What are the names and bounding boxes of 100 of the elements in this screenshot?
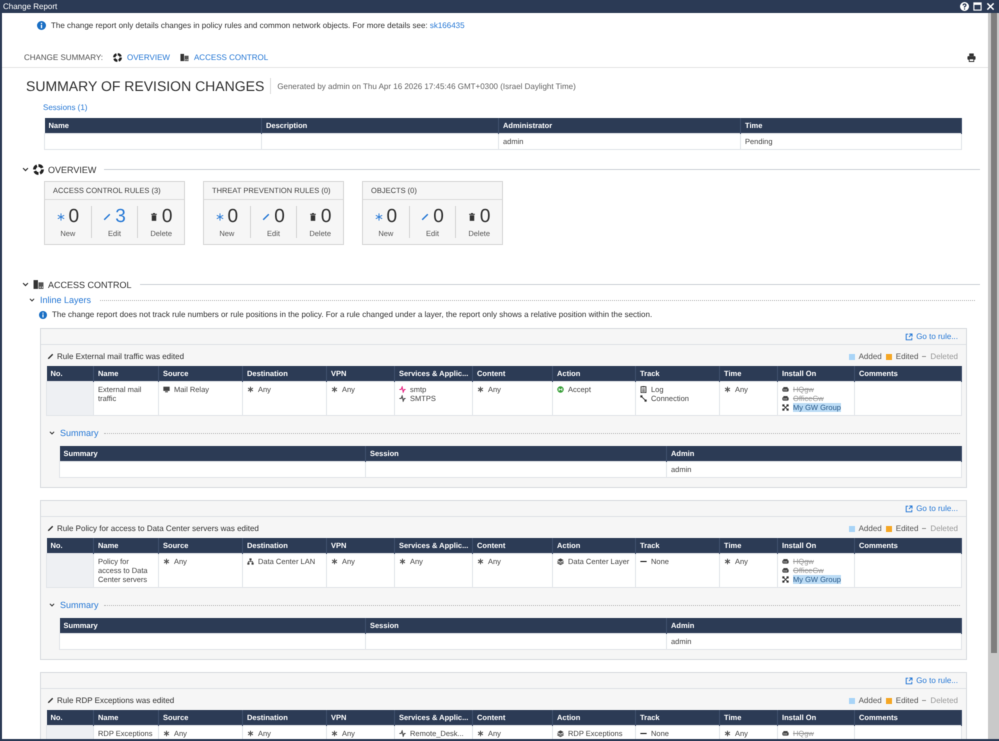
scrollbar[interactable]	[988, 13, 999, 739]
asterisk-icon	[216, 213, 224, 221]
scrollbar-thumb[interactable]	[991, 13, 997, 653]
pencil-icon	[103, 213, 112, 221]
count-value: 0	[320, 206, 332, 228]
external-link-icon	[905, 504, 914, 512]
building-icon	[180, 53, 189, 62]
asterisk-icon	[724, 386, 731, 392]
pencil-icon	[421, 213, 430, 221]
legend-label: Edited	[896, 352, 918, 361]
monitor-icon	[163, 386, 170, 392]
trash-icon	[308, 213, 317, 221]
asterisk-icon	[163, 730, 170, 736]
group-icon	[782, 404, 789, 410]
go-to-rule-link[interactable]: Go to rule...	[905, 676, 958, 685]
asterisk-icon	[399, 558, 406, 564]
sessions-link[interactable]: Sessions (1)	[43, 103, 88, 112]
report-title: SUMMARY OF REVISION CHANGES	[26, 78, 272, 94]
building-icon	[33, 279, 44, 290]
legend-label: Added	[858, 524, 882, 533]
pencil-icon	[47, 353, 54, 360]
chevron-down-icon[interactable]	[22, 281, 29, 288]
trash-icon	[150, 213, 158, 221]
network-icon	[247, 558, 254, 564]
count-value: 0	[162, 206, 172, 228]
info-icon	[37, 21, 46, 30]
ring-icon	[112, 53, 122, 62]
gateway-icon	[782, 394, 789, 402]
gateway-icon	[782, 566, 789, 574]
legend-label: Added	[858, 352, 882, 361]
external-link-icon	[905, 332, 914, 340]
asterisk-icon	[247, 730, 254, 736]
dash-icon	[922, 700, 926, 701]
gateway-icon	[782, 558, 789, 564]
count-value: 0	[228, 206, 238, 228]
maximize-icon[interactable]	[973, 2, 982, 11]
pencil-icon	[262, 213, 270, 221]
summary-title: Summary	[60, 600, 99, 610]
count-value: 3	[115, 206, 126, 228]
note-text: The change report does not track rule numbers or rule positions in the policy. For a rule changed under a layer, the report only shows a relative position within the section.	[52, 310, 652, 319]
legend-label: Deleted	[930, 524, 958, 533]
asterisk-icon	[477, 730, 484, 736]
summary-title: Summary	[60, 428, 99, 438]
chevron-down-icon[interactable]	[49, 602, 55, 608]
count-value: 0	[386, 206, 398, 228]
inline-layers-title: Inline Layers	[40, 295, 92, 305]
count-value: 0	[68, 206, 80, 228]
layers-icon	[557, 730, 564, 736]
rule-heading: Rule RDP Exceptions was edited	[57, 696, 174, 705]
connection-icon	[640, 394, 647, 402]
legend-label: Edited	[896, 696, 918, 705]
dash-icon	[922, 528, 926, 529]
section-title: ACCESS CONTROL	[48, 280, 132, 290]
group-icon	[782, 576, 789, 582]
layers-icon	[557, 558, 564, 564]
chevron-down-icon[interactable]	[22, 166, 29, 173]
pencil-icon	[47, 697, 54, 704]
clipboard-icon	[640, 386, 647, 392]
count-value: 0	[480, 206, 490, 228]
section-link[interactable]: ACCESS CONTROL	[180, 53, 268, 62]
legend-label: Deleted	[930, 352, 958, 361]
help-icon[interactable]	[960, 2, 969, 11]
window-title: Change Report	[3, 2, 58, 11]
legend-label: Added	[858, 696, 882, 705]
reference-link[interactable]: sk166435	[430, 21, 465, 30]
notice-text: The change report only details changes in policy rules and common network objects. For more details see: sk166435	[51, 21, 465, 30]
gateway-icon	[782, 730, 789, 736]
external-link-icon	[905, 676, 914, 684]
rule-heading: Rule External mail traffic was edited	[57, 352, 184, 361]
count-value: 0	[433, 206, 444, 228]
pencil-icon	[47, 525, 54, 532]
rule-heading: Rule Policy for access to Data Center servers was edited	[57, 524, 259, 533]
asterisk-icon	[56, 213, 65, 221]
legend-label: Deleted	[930, 696, 958, 705]
section-link[interactable]: OVERVIEW	[112, 53, 170, 62]
change-summary-label: CHANGE SUMMARY:	[24, 53, 103, 62]
asterisk-icon	[374, 213, 383, 221]
asterisk-icon	[331, 386, 338, 392]
generated-text: Generated by admin on Thu Apr 16 2026 17:45:46 GMT+0300 (Israel Daylight Time)	[276, 82, 576, 90]
chevron-down-icon[interactable]	[29, 297, 35, 303]
go-to-rule-link[interactable]: Go to rule...	[905, 504, 958, 513]
asterisk-icon	[331, 558, 338, 564]
count-value: 0	[274, 206, 285, 228]
close-icon[interactable]	[986, 2, 995, 11]
ring-icon	[33, 164, 44, 175]
dash-icon	[922, 356, 926, 357]
trash-icon	[468, 213, 476, 221]
accept-icon	[557, 386, 564, 392]
legend-label: Edited	[896, 524, 918, 533]
chevron-down-icon[interactable]	[49, 430, 55, 436]
go-to-rule-link[interactable]: Go to rule...	[905, 332, 958, 341]
info-icon	[39, 310, 47, 318]
asterisk-icon	[724, 730, 731, 736]
asterisk-icon	[163, 558, 170, 564]
asterisk-icon	[724, 558, 731, 564]
asterisk-icon	[477, 386, 484, 392]
gateway-icon	[782, 386, 789, 392]
printer-icon[interactable]	[967, 53, 976, 62]
asterisk-icon	[477, 558, 484, 564]
asterisk-icon	[247, 386, 254, 392]
